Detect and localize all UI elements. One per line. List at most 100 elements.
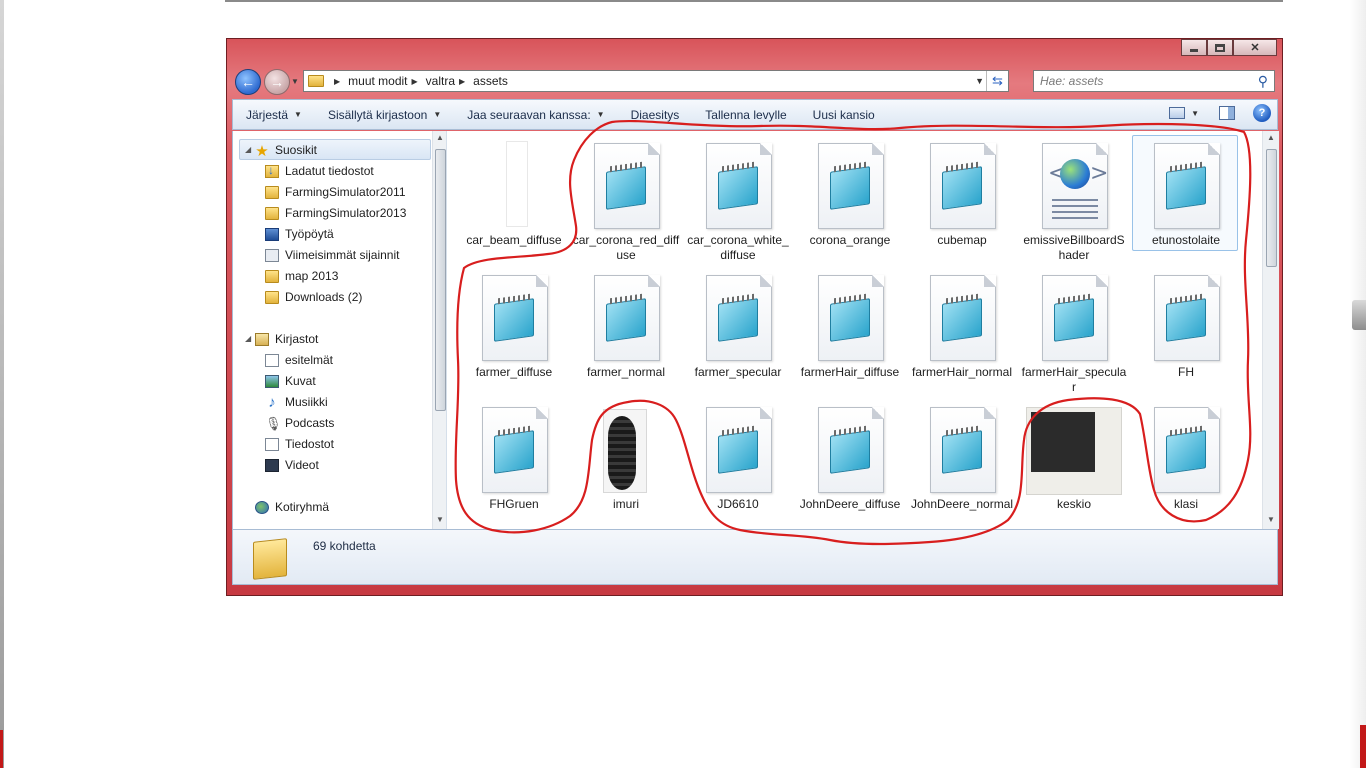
file-item[interactable]: car_beam_diffuse bbox=[460, 135, 568, 263]
nav-favorites-header[interactable]: ★ Suosikit bbox=[255, 140, 317, 160]
file-item[interactable]: FH bbox=[1132, 267, 1240, 395]
documents-library-icon bbox=[265, 437, 279, 451]
nav-item[interactable]: esitelmät bbox=[265, 350, 333, 370]
collapse-libraries-icon[interactable]: ◢ bbox=[245, 334, 251, 343]
caption-buttons: ✕ bbox=[1181, 39, 1277, 57]
nav-item[interactable]: FarmingSimulator2013 bbox=[265, 203, 406, 223]
file-item[interactable]: keskio bbox=[1020, 399, 1128, 527]
file-name: farmerHair_normal bbox=[911, 365, 1013, 379]
file-item[interactable]: farmerHair_normal bbox=[908, 267, 1016, 395]
text-document-icon bbox=[1154, 143, 1220, 229]
file-item[interactable]: car_corona_white_diffuse bbox=[684, 135, 792, 263]
nav-pane-scrollbar[interactable]: ▲ ▼ bbox=[432, 131, 446, 529]
image-thumbnail bbox=[1026, 407, 1122, 495]
nav-homegroup[interactable]: Kotiryhmä bbox=[255, 497, 329, 517]
file-item[interactable]: cubemap bbox=[908, 135, 1016, 263]
file-item[interactable]: farmer_specular bbox=[684, 267, 792, 395]
file-name: FH bbox=[1178, 365, 1194, 379]
nav-label: Suosikit bbox=[275, 143, 318, 157]
forward-button[interactable]: → bbox=[264, 69, 290, 95]
breadcrumb-item[interactable]: assets bbox=[473, 74, 508, 88]
scroll-up-icon[interactable]: ▲ bbox=[436, 133, 444, 142]
text-document-icon bbox=[706, 275, 772, 361]
organize-menu[interactable]: Järjestä ▼ bbox=[233, 108, 315, 122]
nav-scroll-thumb[interactable] bbox=[435, 149, 446, 411]
file-item[interactable]: corona_orange bbox=[796, 135, 904, 263]
file-item[interactable]: etunostolaite bbox=[1132, 135, 1240, 263]
nav-item[interactable]: FarmingSimulator2011 bbox=[265, 182, 406, 202]
breadcrumb-root-chevron[interactable]: ▶ bbox=[330, 77, 348, 86]
top-divider-line bbox=[225, 0, 1366, 2]
close-button[interactable]: ✕ bbox=[1233, 39, 1277, 56]
nav-label: esitelmät bbox=[285, 353, 334, 367]
file-item[interactable]: JohnDeere_normal bbox=[908, 399, 1016, 527]
breadcrumb-item[interactable]: muut modit ▶ bbox=[348, 74, 426, 88]
share-with-menu[interactable]: Jaa seuraavan kanssa: ▼ bbox=[454, 108, 617, 122]
help-icon[interactable]: ? bbox=[1253, 104, 1271, 122]
search-placeholder: Hae: assets bbox=[1040, 74, 1104, 88]
image-thumbnail bbox=[506, 141, 528, 227]
chevron-right-icon: ▶ bbox=[334, 76, 341, 86]
breadcrumb-item[interactable]: valtra ▶ bbox=[426, 74, 474, 88]
library-icon bbox=[255, 332, 269, 346]
nav-item[interactable]: Työpöytä bbox=[265, 224, 334, 244]
nav-item[interactable]: Viimeisimmät sijainnit bbox=[265, 245, 399, 265]
file-item[interactable]: JD6610 bbox=[684, 399, 792, 527]
text-document-icon bbox=[930, 275, 996, 361]
nav-item[interactable]: 🎙 Podcasts bbox=[265, 413, 334, 433]
folder-icon bbox=[265, 290, 279, 304]
text-document-icon bbox=[1154, 407, 1220, 493]
new-folder-button[interactable]: Uusi kansio bbox=[800, 108, 888, 122]
view-options-dropdown[interactable]: ▼ bbox=[1191, 109, 1199, 118]
nav-item[interactable]: map 2013 bbox=[265, 266, 338, 286]
minimize-icon bbox=[1190, 49, 1198, 52]
nav-item[interactable]: Ladatut tiedostot bbox=[265, 161, 374, 181]
file-item[interactable]: JohnDeere_diffuse bbox=[796, 399, 904, 527]
minimize-button[interactable] bbox=[1181, 39, 1207, 56]
file-view-scrollbar[interactable]: ▲ ▼ bbox=[1262, 131, 1279, 529]
maximize-button[interactable] bbox=[1207, 39, 1233, 56]
search-icon[interactable]: ⚲ bbox=[1258, 73, 1268, 90]
include-in-library-menu[interactable]: Sisällytä kirjastoon ▼ bbox=[315, 108, 454, 122]
address-bar[interactable]: ▶ muut modit ▶ valtra ▶ assets ▼ ⇆ bbox=[303, 70, 1009, 92]
file-item[interactable]: farmer_normal bbox=[572, 267, 680, 395]
file-scroll-thumb[interactable] bbox=[1266, 149, 1277, 267]
nav-item[interactable]: Kuvat bbox=[265, 371, 316, 391]
folder-icon bbox=[265, 185, 279, 199]
collapse-favorites-icon[interactable]: ◢ bbox=[245, 145, 251, 154]
nav-item[interactable]: Downloads (2) bbox=[265, 287, 362, 307]
preview-pane-icon[interactable] bbox=[1219, 106, 1235, 120]
left-edge-strip bbox=[0, 0, 4, 768]
nav-label: Kuvat bbox=[285, 374, 316, 388]
web-document-icon: < > bbox=[1042, 143, 1108, 229]
nav-label: FarmingSimulator2011 bbox=[285, 185, 406, 199]
burn-to-disc-button[interactable]: Tallenna levylle bbox=[692, 108, 799, 122]
file-item[interactable]: farmer_diffuse bbox=[460, 267, 568, 395]
file-view: car_beam_diffuse car_corona_red_diffuse ca… bbox=[448, 131, 1262, 529]
address-history-dropdown[interactable]: ▼ bbox=[975, 76, 984, 86]
nav-item[interactable]: Tiedostot bbox=[265, 434, 334, 454]
nav-item[interactable]: ♪ Musiikki bbox=[265, 392, 327, 412]
file-item[interactable]: farmerHair_specular bbox=[1020, 267, 1128, 395]
recent-pages-dropdown[interactable]: ▼ bbox=[291, 77, 299, 86]
scroll-up-icon[interactable]: ▲ bbox=[1267, 133, 1275, 142]
file-item[interactable]: klasi bbox=[1132, 399, 1240, 527]
scroll-down-icon[interactable]: ▼ bbox=[436, 515, 444, 524]
file-item[interactable]: car_corona_red_diffuse bbox=[572, 135, 680, 263]
file-item[interactable]: < > emissiveBillboardShader bbox=[1020, 135, 1128, 263]
scroll-down-icon[interactable]: ▼ bbox=[1267, 515, 1275, 524]
file-item[interactable]: farmerHair_diffuse bbox=[796, 267, 904, 395]
refresh-button[interactable]: ⇆ bbox=[986, 71, 1008, 91]
file-item[interactable]: FHGruen bbox=[460, 399, 568, 527]
search-input[interactable]: Hae: assets ⚲ bbox=[1033, 70, 1275, 92]
nav-item[interactable]: Videot bbox=[265, 455, 319, 475]
file-item[interactable]: imuri bbox=[572, 399, 680, 527]
file-name: JohnDeere_normal bbox=[910, 497, 1014, 511]
change-view-icon[interactable] bbox=[1169, 107, 1186, 119]
file-name: farmer_diffuse bbox=[475, 365, 553, 379]
back-button[interactable]: ← bbox=[235, 69, 261, 95]
text-document-icon bbox=[930, 143, 996, 229]
slideshow-button[interactable]: Diaesitys bbox=[618, 108, 693, 122]
nav-libraries-header[interactable]: Kirjastot bbox=[255, 329, 318, 349]
close-icon: ✕ bbox=[1250, 42, 1260, 54]
